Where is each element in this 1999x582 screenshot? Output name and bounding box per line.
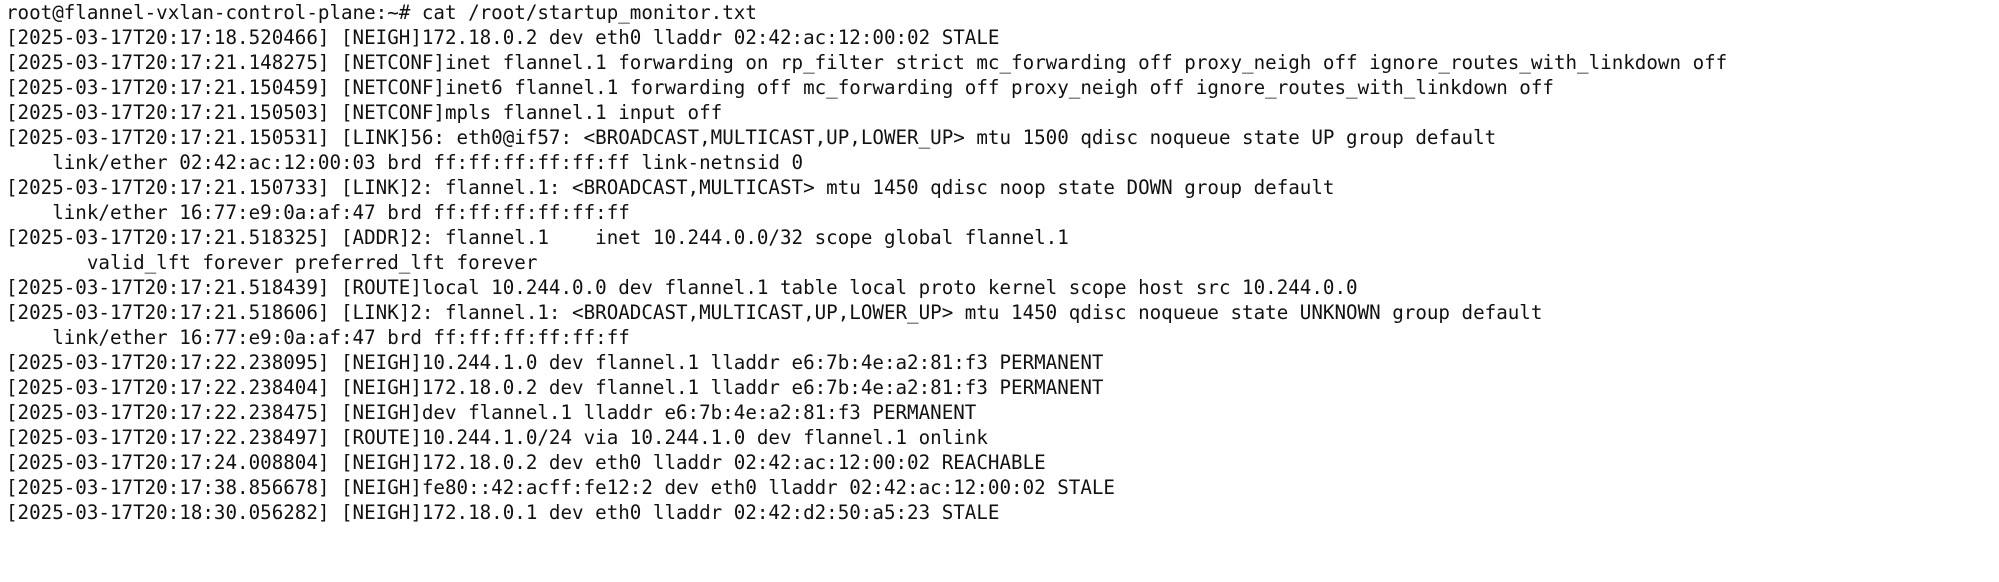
shell-prompt-line: root@flannel-vxlan-control-plane:~# cat …: [6, 1, 757, 24]
log-line: [2025-03-17T20:17:21.150503] [NETCONF]mp…: [6, 101, 723, 124]
terminal-output[interactable]: root@flannel-vxlan-control-plane:~# cat …: [0, 0, 1999, 582]
log-line: [2025-03-17T20:17:21.148275] [NETCONF]in…: [6, 51, 1728, 74]
log-line: [2025-03-17T20:17:22.238095] [NEIGH]10.2…: [6, 351, 1104, 374]
log-continuation-line: link/ether 02:42:ac:12:00:03 brd ff:ff:f…: [6, 151, 804, 174]
log-line: [2025-03-17T20:18:30.056282] [NEIGH]172.…: [6, 501, 1000, 524]
log-line: [2025-03-17T20:17:22.238497] [ROUTE]10.2…: [6, 426, 988, 449]
log-line: [2025-03-17T20:17:21.518325] [ADDR]2: fl…: [6, 226, 1069, 249]
log-line: [2025-03-17T20:17:22.238404] [NEIGH]172.…: [6, 376, 1104, 399]
log-line: [2025-03-17T20:17:18.520466] [NEIGH]172.…: [6, 26, 1000, 49]
log-line: [2025-03-17T20:17:22.238475] [NEIGH]dev …: [6, 401, 977, 424]
log-line: [2025-03-17T20:17:38.856678] [NEIGH]fe80…: [6, 476, 1115, 499]
log-line: [2025-03-17T20:17:21.518439] [ROUTE]loca…: [6, 276, 1358, 299]
log-continuation-line: link/ether 16:77:e9:0a:af:47 brd ff:ff:f…: [6, 326, 630, 349]
log-continuation-line: valid_lft forever preferred_lft forever: [6, 251, 538, 274]
log-line: [2025-03-17T20:17:21.150531] [LINK]56: e…: [6, 126, 1497, 149]
log-line: [2025-03-17T20:17:21.150733] [LINK]2: fl…: [6, 176, 1335, 199]
log-line: [2025-03-17T20:17:21.518606] [LINK]2: fl…: [6, 301, 1543, 324]
log-line: [2025-03-17T20:17:24.008804] [NEIGH]172.…: [6, 451, 1046, 474]
log-line: [2025-03-17T20:17:21.150459] [NETCONF]in…: [6, 76, 1554, 99]
log-continuation-line: link/ether 16:77:e9:0a:af:47 brd ff:ff:f…: [6, 201, 630, 224]
